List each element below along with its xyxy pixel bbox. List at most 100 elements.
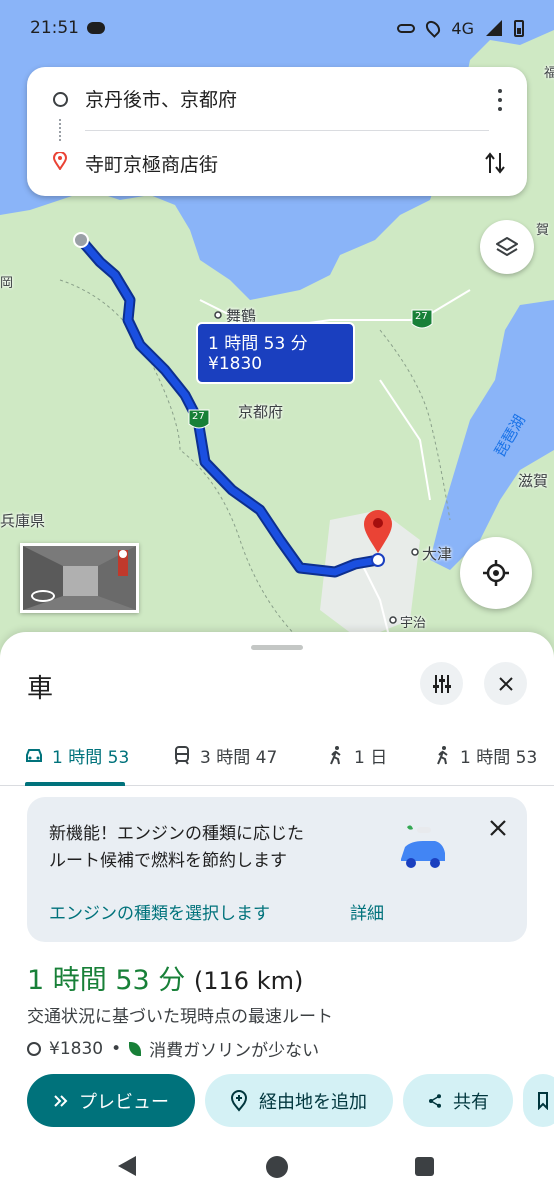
route-duration: 1 時間 53 分 (116 km)	[27, 958, 303, 997]
car-icon	[26, 749, 42, 762]
sheet-title: 車	[27, 674, 54, 704]
field-divider	[85, 130, 489, 131]
more-options-icon[interactable]	[497, 89, 503, 111]
town-dot	[411, 548, 419, 556]
route-description: 交通状況に基づいた現時点の最速ルート	[27, 1007, 333, 1027]
walk-icon	[330, 746, 341, 765]
toll-amount: ¥1830	[49, 1038, 104, 1059]
promo-line-1: 新機能！エンジンの種類に応じた	[49, 824, 304, 844]
route-distance: (116 km)	[193, 967, 304, 995]
location-icon	[423, 18, 444, 38]
layers-icon	[496, 237, 518, 256]
meta-separator: •	[111, 1038, 122, 1059]
map-label-fu: 福	[544, 66, 554, 81]
promo-message: 新機能！エンジンの種類に応じた ルート候補で燃料を節約します	[49, 821, 304, 875]
highway-27-label-a: 27	[415, 311, 428, 322]
engine-type-promo: 新機能！エンジンの種類に応じた ルート候補で燃料を節約します エンジンの種類を選…	[27, 797, 527, 942]
map-label-hyogo: 兵庫県	[0, 512, 46, 530]
close-icon	[490, 820, 506, 836]
map-label-ga: 賀	[536, 223, 550, 238]
street-view-thumbnail[interactable]	[20, 543, 139, 613]
back-icon[interactable]	[118, 1156, 136, 1176]
town-dot	[214, 311, 222, 319]
share-label: 共有	[453, 1091, 489, 1113]
origin-circle-icon	[53, 92, 68, 107]
map-label-otsu: 大津	[422, 545, 453, 563]
swap-icon[interactable]	[483, 149, 507, 177]
callout-time: 1 時間 53 分	[208, 334, 308, 354]
town-dot	[389, 616, 397, 624]
promo-line-2: ルート候補で燃料を節約します	[49, 851, 287, 871]
pin-icon	[538, 1091, 548, 1110]
callout-cost: ¥1830	[208, 354, 263, 374]
tab-ride[interactable]: 1 時間 53	[432, 724, 537, 786]
eco-car-icon	[401, 825, 445, 868]
destination-pin-dot	[373, 518, 383, 528]
status-bar: 21:51 4G	[0, 0, 554, 56]
toll-icon	[27, 1041, 41, 1056]
map-label-uji: 宇治	[400, 616, 427, 631]
pin-button[interactable]	[523, 1074, 554, 1127]
layers-button[interactable]	[480, 220, 534, 274]
bike-icon	[437, 746, 448, 765]
leaf-icon	[129, 1041, 142, 1056]
map-label-kyoto-pref: 京都府	[238, 403, 284, 421]
battery-icon	[514, 19, 524, 37]
details-link[interactable]: 詳細	[350, 899, 384, 924]
route-meta: ¥1830 • 消費ガソリンが少ない	[27, 1036, 319, 1061]
route-dots-icon	[59, 119, 61, 141]
origin-field[interactable]: 京丹後市、京都府	[85, 85, 237, 112]
rotate-360-icon	[31, 590, 55, 602]
prefecture-border-east	[379, 329, 451, 521]
map-label-shiga: 滋賀	[518, 472, 549, 490]
tune-icon	[432, 674, 451, 693]
crosshair-icon	[483, 560, 509, 586]
lake-area	[430, 300, 554, 570]
directions-card: 京丹後市、京都府 寺町京極商店街	[27, 67, 527, 196]
tab-walking-label: 1 日	[354, 747, 388, 768]
system-nav-bar	[0, 1140, 554, 1200]
tab-transit[interactable]: 3 時間 47	[172, 724, 277, 786]
network-type: 4G	[451, 18, 474, 38]
add-waypoint-button[interactable]: 経由地を追加	[205, 1074, 393, 1127]
share-icon	[429, 1093, 441, 1108]
vpn-key-icon	[397, 23, 416, 33]
my-location-button[interactable]	[460, 537, 532, 609]
route-bottom-sheet: 車 1 時間 53 3 時間 47 1 日 1 時間 53 新機能！エンジンの種…	[0, 632, 554, 1200]
status-time: 21:51	[30, 18, 79, 38]
double-chevron-icon	[54, 1094, 68, 1107]
recents-icon[interactable]	[415, 1157, 434, 1176]
origin-marker[interactable]	[73, 232, 89, 248]
preview-label: プレビュー	[79, 1091, 169, 1113]
tab-driving-label: 1 時間 53	[52, 747, 130, 768]
destination-pin-icon	[52, 152, 68, 170]
select-engine-link[interactable]: エンジンの種類を選択します	[49, 899, 270, 924]
signal-icon	[486, 20, 502, 36]
tab-walking[interactable]: 1 日	[326, 724, 387, 786]
close-icon	[498, 676, 513, 691]
preview-button[interactable]: プレビュー	[27, 1074, 195, 1127]
highway-27-label-b: 27	[192, 411, 205, 422]
close-button[interactable]	[484, 662, 527, 705]
promo-close-button[interactable]	[489, 815, 507, 843]
cloud-icon	[87, 22, 105, 34]
fuel-note: 消費ガソリンが少ない	[149, 1041, 320, 1061]
tab-transit-label: 3 時間 47	[200, 747, 278, 768]
map-label-oka: 岡	[0, 276, 14, 291]
duration-value: 1 時間 53 分	[27, 965, 186, 996]
add-location-icon	[230, 1089, 248, 1112]
drag-handle[interactable]	[251, 645, 303, 650]
active-tab-indicator	[25, 782, 125, 786]
home-icon[interactable]	[266, 1156, 288, 1178]
route-callout[interactable]: 1 時間 53 分 ¥1830	[196, 322, 355, 384]
route-options-button[interactable]	[420, 662, 463, 705]
add-waypoint-label: 経由地を追加	[259, 1091, 367, 1113]
tab-ride-label: 1 時間 53	[460, 747, 538, 768]
destination-point	[371, 553, 385, 567]
share-button[interactable]: 共有	[403, 1074, 513, 1127]
action-buttons: プレビュー 経由地を追加 共有	[27, 1074, 554, 1127]
destination-field[interactable]: 寺町京極商店街	[85, 150, 218, 177]
tab-driving[interactable]: 1 時間 53	[24, 724, 129, 786]
train-icon	[175, 746, 189, 765]
travel-mode-tabs: 1 時間 53 3 時間 47 1 日 1 時間 53	[0, 724, 554, 786]
